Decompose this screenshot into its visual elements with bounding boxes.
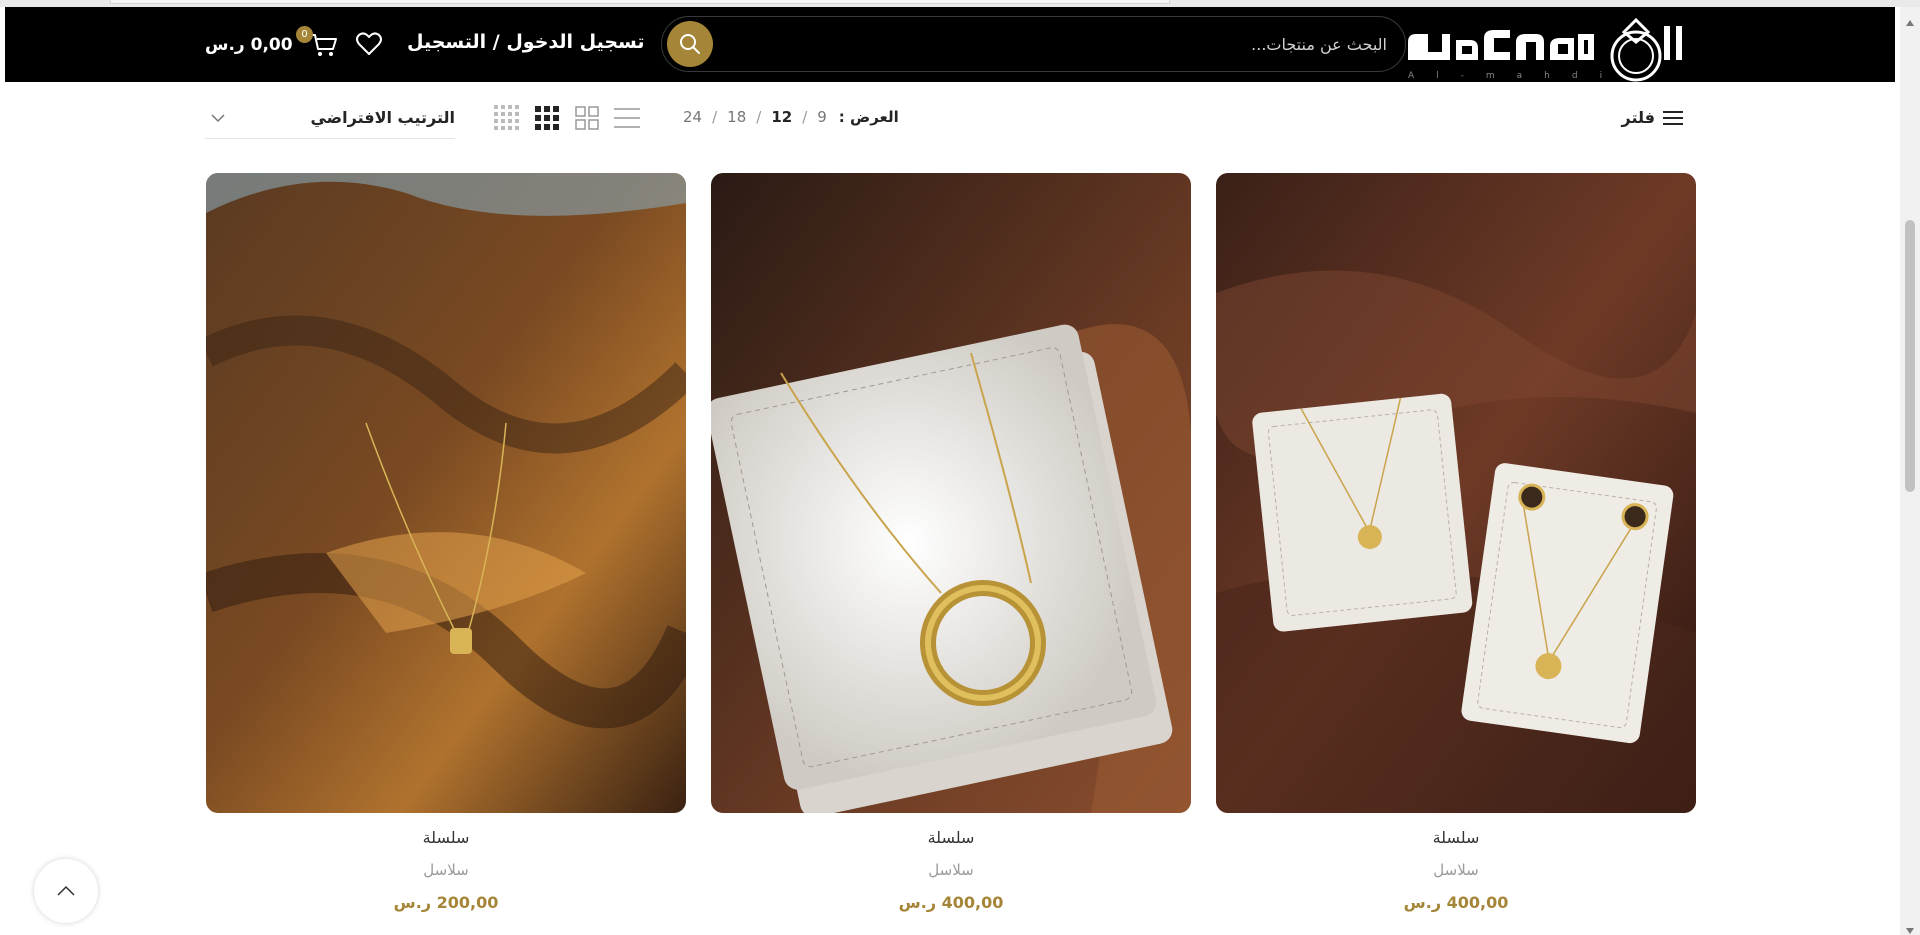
site-logo[interactable]: Al-mahdi xyxy=(1398,12,1688,84)
per-page-option-12[interactable]: 12 xyxy=(771,108,792,126)
circle-pendant-necklace-photo xyxy=(711,173,1191,813)
grid-2-icon xyxy=(575,106,599,130)
chevron-up-icon xyxy=(57,885,75,896)
scroll-down-arrow-icon[interactable] xyxy=(1905,927,1915,935)
menu-lines-icon xyxy=(1663,110,1683,125)
filter-label: فلتر xyxy=(1621,108,1656,127)
product-title[interactable]: سلسلة xyxy=(711,828,1191,847)
brand-latin-name: Al-mahdi xyxy=(1408,71,1624,81)
product-price: 400,00 ر.س xyxy=(898,893,1004,912)
product-title[interactable]: سلسلة xyxy=(1216,828,1696,847)
login-register-link[interactable]: تسجيل الدخول / التسجيل xyxy=(407,31,645,53)
product-card[interactable]: سلسلة سلاسل 200,00 ر.س xyxy=(206,173,686,912)
per-page-option-24[interactable]: 24 xyxy=(683,108,702,126)
scrollbar-thumb[interactable] xyxy=(1905,220,1915,492)
charm-necklace-on-satin-photo xyxy=(206,173,686,813)
grid-2-view-button[interactable] xyxy=(573,104,601,132)
product-category[interactable]: سلاسل xyxy=(1216,861,1696,879)
heart-icon xyxy=(356,32,382,55)
product-category[interactable]: سلاسل xyxy=(206,861,686,879)
product-price: 400,00 ر.س xyxy=(1403,893,1509,912)
product-category[interactable]: سلاسل xyxy=(711,861,1191,879)
clover-necklace-set-photo xyxy=(1216,173,1696,813)
product-image[interactable] xyxy=(1216,173,1696,813)
site-header: Al-mahdi تسجيل الدخول / التسجيل xyxy=(5,7,1895,82)
product-image[interactable] xyxy=(206,173,686,813)
per-page-separator: / xyxy=(756,108,762,126)
per-page-option-18[interactable]: 18 xyxy=(727,108,746,126)
wishlist-button[interactable] xyxy=(355,31,383,57)
scroll-up-arrow-icon[interactable] xyxy=(1905,19,1915,27)
grid-3-icon xyxy=(535,106,559,130)
browser-tab-edge xyxy=(110,0,1170,4)
sort-selected-value: الترتيب الافتراضي xyxy=(310,108,455,127)
product-image[interactable] xyxy=(711,173,1191,813)
product-price: 200,00 ر.س xyxy=(393,893,499,912)
scrollbar[interactable] xyxy=(1900,7,1920,935)
grid-4-icon xyxy=(494,105,519,130)
search-input[interactable] xyxy=(767,17,1387,71)
search-button[interactable] xyxy=(667,21,713,67)
filter-button[interactable]: فلتر xyxy=(1621,108,1683,127)
cart-count-badge: 0 xyxy=(296,26,313,43)
search-icon xyxy=(680,34,700,54)
per-page-label: العرض : xyxy=(838,108,899,126)
product-card[interactable]: سلسلة سلاسل 400,00 ر.س xyxy=(1216,173,1696,912)
product-title[interactable]: سلسلة xyxy=(206,828,686,847)
browser-top-edge xyxy=(0,0,1920,7)
per-page-option-9[interactable]: 9 xyxy=(817,108,827,126)
per-page-selector: 24 / 18 / 12 / 9 العرض : xyxy=(683,108,899,126)
page-frame: Al-mahdi تسجيل الدخول / التسجيل xyxy=(5,7,1895,935)
search-bar xyxy=(661,16,1406,72)
grid-4-view-button[interactable] xyxy=(493,104,521,132)
list-view-button[interactable] xyxy=(613,104,641,132)
product-card[interactable]: سلسلة سلاسل 400,00 ر.س xyxy=(711,173,1191,912)
per-page-separator: / xyxy=(802,108,808,126)
list-view-icon xyxy=(614,108,640,128)
grid-3-view-button[interactable] xyxy=(533,104,561,132)
per-page-separator: / xyxy=(712,108,718,126)
scroll-to-top-button[interactable] xyxy=(34,859,98,923)
sort-dropdown[interactable]: الترتيب الافتراضي xyxy=(205,101,455,139)
chevron-down-icon xyxy=(211,114,225,123)
view-mode-switcher xyxy=(493,104,641,132)
cart-total[interactable]: 0,00 ر.س xyxy=(205,35,293,55)
